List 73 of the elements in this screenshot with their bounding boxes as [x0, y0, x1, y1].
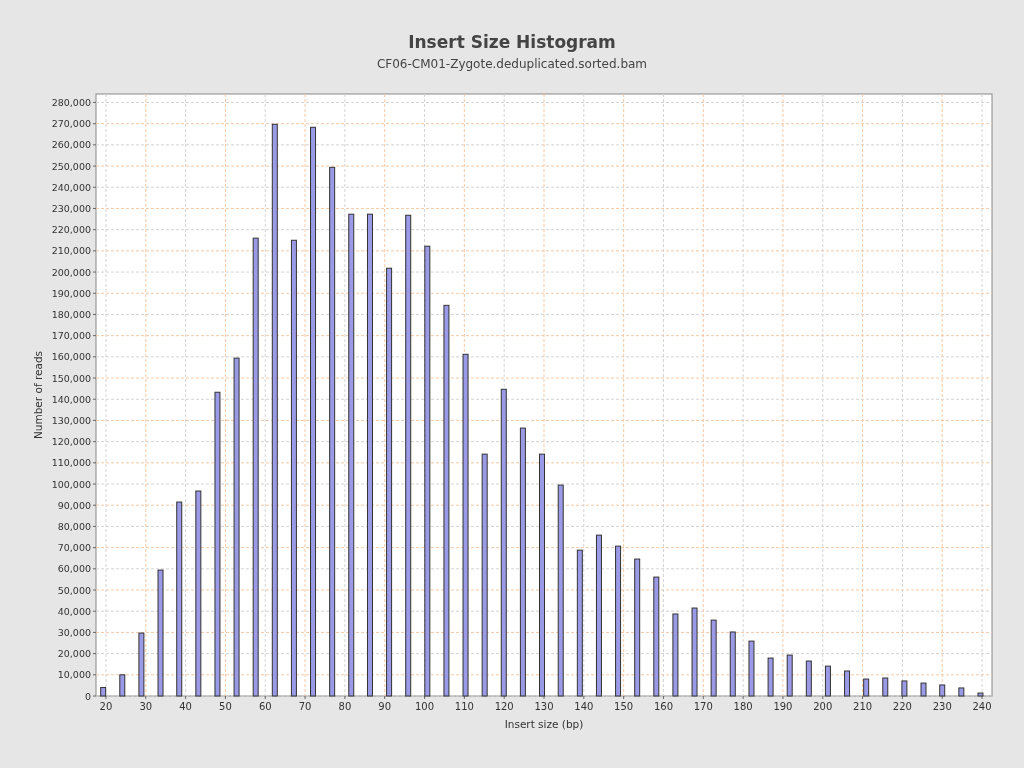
histogram-bar [977, 692, 984, 697]
x-tick-label: 190 [773, 701, 793, 712]
y-tick-label: 180,000 [51, 308, 91, 320]
y-tick-label: 40,000 [57, 605, 91, 617]
x-tick-label: 170 [693, 701, 713, 712]
histogram-bar [844, 670, 851, 697]
x-tick-label: 50 [219, 701, 232, 712]
histogram-bar [863, 678, 870, 697]
x-tick-label: 40 [179, 701, 192, 712]
y-tick-label: 280,000 [51, 97, 91, 108]
y-tick-label: 150,000 [51, 372, 91, 384]
y-tick-label: 60,000 [57, 563, 91, 575]
y-tick-label: 230,000 [51, 202, 91, 214]
x-tick-label: 60 [258, 701, 272, 712]
histogram-bar [805, 660, 812, 697]
x-tick-label: 30 [139, 701, 153, 712]
histogram-bar [100, 687, 107, 697]
y-tick-label: 20,000 [57, 648, 91, 660]
y-tick-label: 200,000 [51, 266, 91, 278]
chart-title: Insert Size Histogram [408, 31, 616, 54]
y-tick-label: 110,000 [51, 457, 91, 469]
y-tick-label: 130,000 [51, 414, 91, 426]
y-tick-label: 10,000 [57, 669, 91, 681]
x-tick-label: 130 [534, 701, 554, 712]
histogram-bar [882, 677, 889, 697]
histogram-bar [786, 654, 793, 697]
x-tick-label: 220 [892, 701, 912, 712]
y-tick-label: 250,000 [51, 160, 91, 172]
y-tick-label: 80,000 [57, 520, 91, 532]
x-tick-label: 90 [378, 701, 392, 712]
y-axis-label: Number of reads [32, 350, 44, 440]
y-tick-label: 90,000 [57, 499, 91, 511]
y-tick-label: 100,000 [51, 478, 91, 490]
x-tick-label: 80 [338, 701, 352, 712]
histogram-bar [958, 687, 965, 697]
x-tick-label: 100 [415, 701, 435, 712]
y-tick-label: 140,000 [51, 393, 91, 405]
y-tick-label: 70,000 [57, 542, 91, 554]
x-tick-label: 140 [574, 701, 594, 712]
histogram-bar [824, 665, 831, 697]
x-tick-label: 240 [972, 701, 992, 712]
y-tick-label: 50,000 [57, 584, 91, 596]
y-tick-label: 240,000 [51, 181, 91, 193]
chart-subtitle: CF06-CM01-Zygote.deduplicated.sorted.bam [376, 56, 648, 73]
x-tick-label: 230 [932, 701, 952, 712]
histogram-bar [138, 632, 145, 697]
histogram-bar [901, 680, 908, 697]
y-tick-label: 190,000 [51, 287, 91, 299]
histogram-bar [748, 640, 755, 697]
histogram-bar [119, 674, 126, 697]
x-tick-label: 210 [853, 701, 873, 712]
x-tick-label: 160 [653, 701, 673, 712]
y-tick-label: 270,000 [51, 118, 91, 130]
y-tick-label: 260,000 [51, 139, 91, 151]
y-tick-label: 210,000 [51, 245, 91, 257]
y-tick-label: 120,000 [51, 436, 91, 448]
x-tick-label: 20 [99, 701, 113, 712]
histogram-bar [729, 631, 736, 697]
histogram-bar [767, 657, 774, 697]
y-tick-label: 30,000 [57, 626, 91, 638]
x-tick-label: 70 [298, 701, 312, 712]
x-axis-label: Insert size (bp) [504, 718, 584, 730]
x-tick-label: 150 [614, 701, 634, 712]
x-tick-label: 120 [494, 701, 514, 712]
y-tick-label: 170,000 [51, 330, 91, 342]
y-tick-label: 220,000 [51, 224, 91, 236]
y-tick-label: 0 [84, 690, 91, 702]
x-tick-label: 110 [454, 701, 474, 712]
x-tick-label: 200 [813, 701, 833, 712]
histogram-bar [920, 682, 927, 697]
histogram-bar [939, 684, 946, 697]
x-tick-label: 180 [733, 701, 753, 712]
y-tick-label: 160,000 [51, 351, 91, 363]
